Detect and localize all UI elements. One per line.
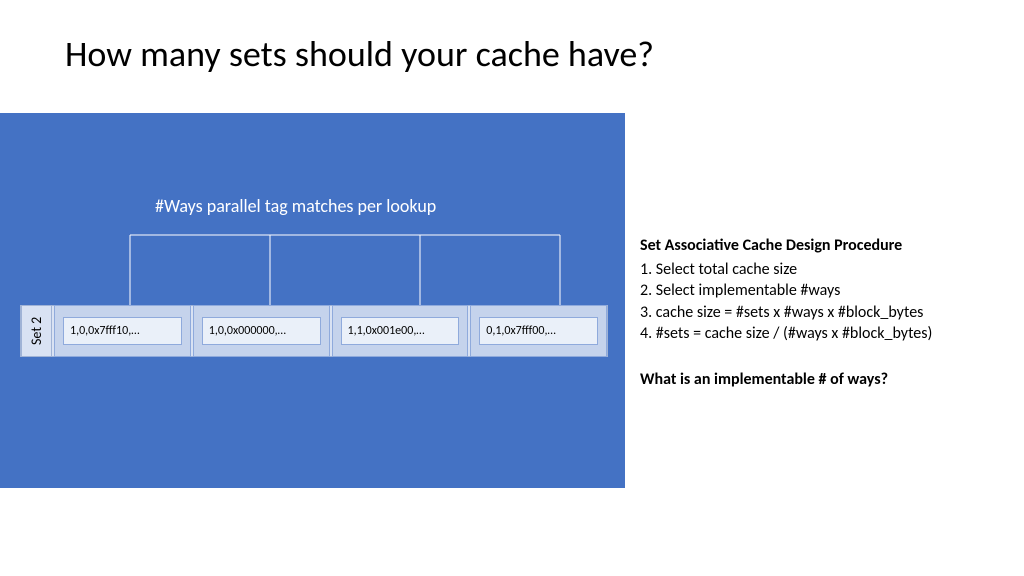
list-item: Select implementable #ways (640, 280, 1010, 302)
list-item: cache size = #sets x #ways x #block_byte… (640, 302, 1010, 324)
slide-title: How many sets should your cache have? (65, 32, 654, 76)
way-inner: 1,0,0x000000,… (202, 317, 321, 345)
ways-caption: #Ways parallel tag matches per lookup (155, 195, 436, 217)
way-box-1: 1,0,0x000000,… (193, 305, 330, 357)
set-row: Set 2 1,0,0x7fff10,… 1,0,0x000000,… 1,1,… (20, 305, 608, 357)
way-box-2: 1,1,0x001e00,… (332, 305, 469, 357)
way-inner: 0,1,0x7fff00,… (479, 317, 598, 345)
way-inner: 1,1,0x001e00,… (341, 317, 460, 345)
way-inner: 1,0,0x7fff10,… (63, 317, 182, 345)
question-text: What is an implementable # of ways? (640, 369, 1010, 391)
list-item: Select total cache size (640, 259, 1010, 281)
list-item: #sets = cache size / (#ways x #block_byt… (640, 323, 1010, 345)
side-content: Set Associative Cache Design Procedure S… (640, 235, 1010, 391)
way-box-0: 1,0,0x7fff10,… (54, 305, 191, 357)
way-box-3: 0,1,0x7fff00,… (470, 305, 607, 357)
set-label: Set 2 (21, 305, 52, 357)
procedure-list: Select total cache size Select implement… (640, 259, 1010, 345)
procedure-heading: Set Associative Cache Design Procedure (640, 235, 1010, 257)
